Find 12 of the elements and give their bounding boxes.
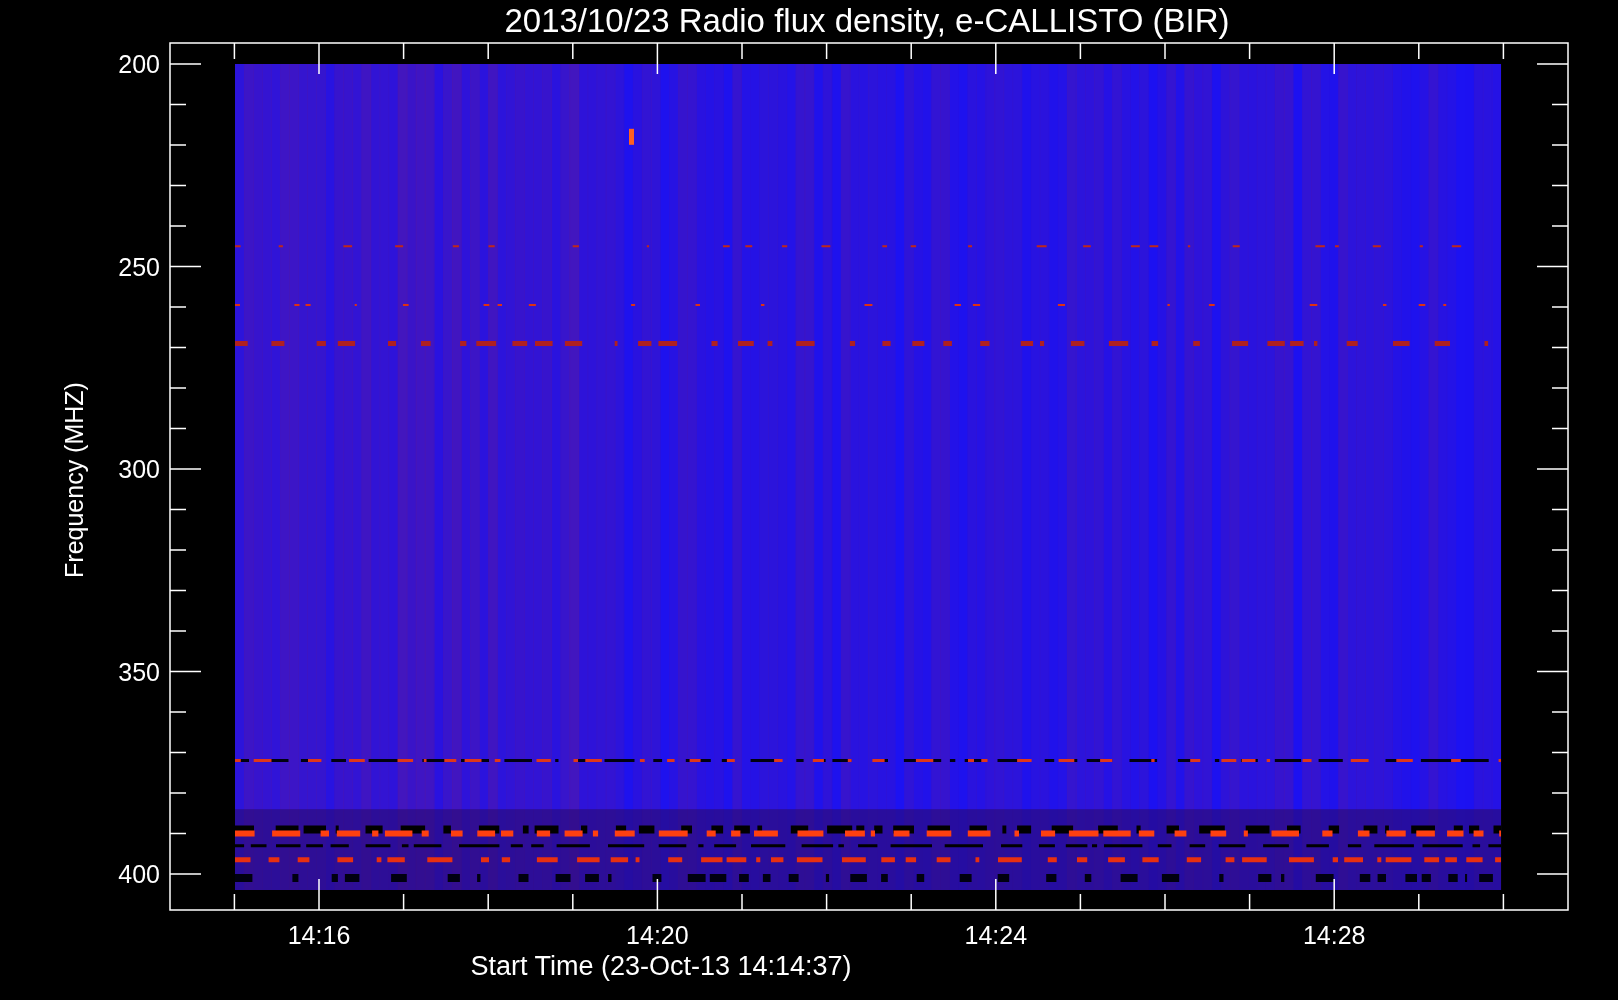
axis-title: Start Time (23-Oct-13 14:14:37)	[470, 951, 852, 981]
chart-title: 2013/10/23 Radio flux density, e-CALLISTO (BIR)	[504, 2, 1230, 39]
axis-tick-label: 14:16	[287, 921, 351, 949]
axis-tick-label: 400	[118, 860, 160, 888]
axis-tick-label: 250	[118, 252, 160, 281]
axis-tick-label: 350	[118, 657, 160, 686]
axis-tick-label: 300	[118, 455, 160, 483]
axis-tick-label: 14:24	[964, 921, 1028, 949]
axis-tick-label: 14:28	[1302, 921, 1366, 949]
axis-title: Frequency (MHZ)	[60, 382, 88, 578]
axis-tick-label: 14:20	[626, 921, 689, 949]
axis-tick-label: 200	[118, 50, 160, 78]
